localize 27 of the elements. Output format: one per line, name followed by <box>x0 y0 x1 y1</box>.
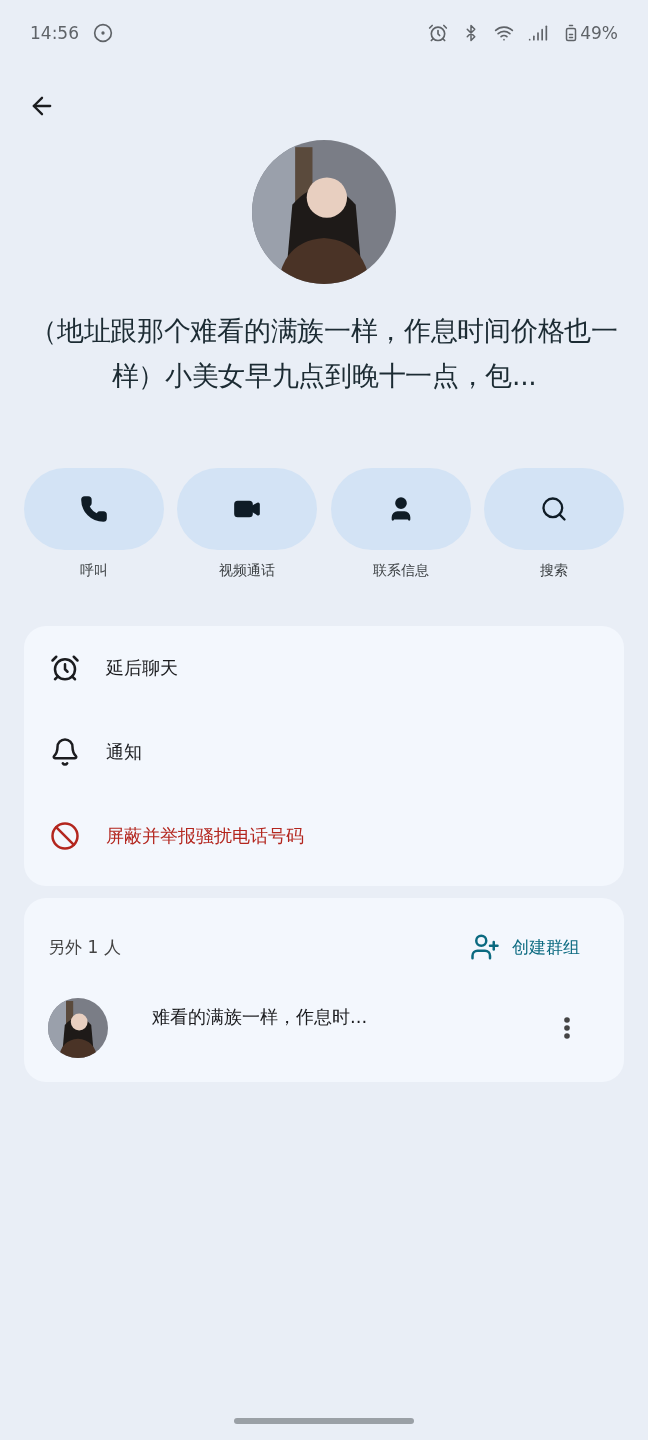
gesture-handle[interactable] <box>234 1418 414 1424</box>
action-label: 呼叫 <box>80 562 108 580</box>
search-icon <box>540 495 568 523</box>
wifi-icon <box>494 23 515 43</box>
block-icon <box>50 821 80 851</box>
snooze-alarm-icon <box>50 653 80 683</box>
phone-icon <box>80 495 108 523</box>
contact-avatar <box>48 998 108 1058</box>
more-options-button[interactable] <box>564 1017 570 1039</box>
option-item[interactable]: 延后聊天 <box>24 626 624 710</box>
participants-heading: 另外 1 人 <box>48 935 122 959</box>
screen-record-icon <box>93 23 113 43</box>
more-options-icon <box>564 1017 570 1039</box>
action-label: 搜索 <box>540 562 568 580</box>
participant-item[interactable]: 难看的满族一样，作息时... <box>24 970 624 1082</box>
add-person-icon <box>470 932 500 962</box>
signal-icon <box>528 23 549 43</box>
action-label: 联系信息 <box>372 562 429 580</box>
option-item[interactable]: 通知 <box>24 710 624 794</box>
action-label: 视频通话 <box>219 562 276 580</box>
alarm-icon <box>428 23 449 43</box>
battery-level: 49% <box>562 23 618 43</box>
option-item[interactable]: 屏蔽并举报骚扰电话号码 <box>24 794 624 878</box>
create-group-button[interactable]: 创建群组 <box>470 932 580 962</box>
status-time: 14:56 <box>30 23 79 43</box>
contact-name: （地址跟那个难看的满族一样，作息时间价格也一样）小美女早九点到晚十一点，包... <box>29 314 619 393</box>
bell-icon <box>50 737 80 767</box>
